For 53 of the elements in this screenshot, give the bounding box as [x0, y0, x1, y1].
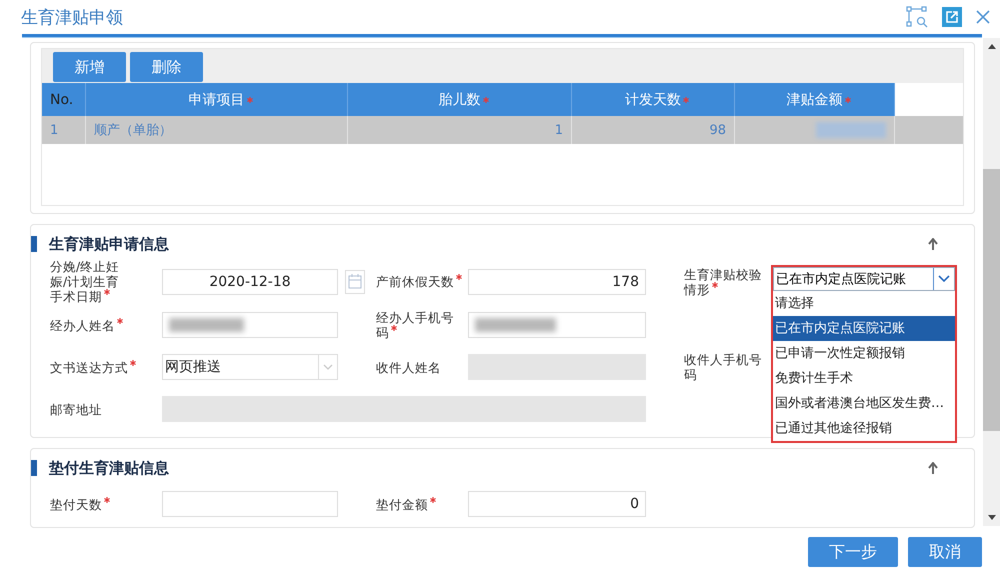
field-label: 邮寄地址: [50, 402, 103, 416]
scrollbar-thumb[interactable]: [983, 169, 1000, 431]
add-button[interactable]: 新增: [53, 52, 126, 82]
column-header[interactable]: 津贴金额: [735, 83, 895, 116]
column-header[interactable]: 计发天数: [572, 83, 735, 116]
column-header[interactable]: 申请项目: [86, 83, 348, 116]
table-cell: 1: [50, 122, 58, 138]
select-field[interactable]: 已在市内定点医院记账: [773, 266, 955, 290]
arrow-up-icon[interactable]: [928, 462, 938, 474]
chevron-down-icon: [938, 275, 950, 282]
input-field[interactable]: [162, 491, 338, 517]
field-label: 文书送达方式: [50, 360, 128, 374]
external-link-icon[interactable]: [942, 7, 962, 27]
dropdown-option[interactable]: 国外或者港澳台地区发生费…: [773, 390, 955, 416]
section-title: 生育津贴申请信息: [31, 236, 169, 252]
field-label: 经办人姓名: [50, 318, 128, 332]
field-label: 收件人姓名: [376, 360, 442, 374]
input-field[interactable]: 0: [468, 491, 646, 517]
dropdown-option[interactable]: 已申请一次性定额报销: [773, 340, 955, 366]
delete-button[interactable]: 删除: [130, 52, 203, 82]
input-field[interactable]: [162, 312, 338, 338]
calendar-icon[interactable]: [345, 270, 365, 294]
close-icon[interactable]: [976, 10, 990, 24]
dropdown-option[interactable]: 请选择: [773, 290, 955, 316]
scroll-down-icon[interactable]: [988, 515, 996, 520]
blurred-value: [816, 122, 886, 138]
chevron-down-icon: [323, 364, 333, 370]
column-header[interactable]: 胎儿数: [348, 83, 572, 116]
section-title: 垫付生育津贴信息: [31, 460, 169, 476]
field-label: 分娩/终止妊娠/计划生育手术日期: [50, 259, 120, 304]
field-label: 垫付金额: [376, 496, 454, 512]
table-cell-text: 顺产（单胎）: [94, 122, 172, 139]
scroll-up-icon[interactable]: [988, 44, 996, 49]
field-label: 垫付天数: [50, 496, 128, 512]
next-button[interactable]: 下一步: [808, 537, 898, 567]
table-cell: 98: [709, 122, 726, 138]
table-cell: 1: [554, 122, 563, 138]
cancel-button[interactable]: 取消: [908, 537, 982, 567]
dropdown-option[interactable]: 免费计生手术: [773, 366, 955, 390]
input-field[interactable]: [468, 312, 646, 338]
field-label: 生育津贴校验情形: [684, 266, 762, 296]
arrow-up-icon[interactable]: [928, 238, 938, 250]
input-field[interactable]: 178: [468, 268, 646, 294]
select-field[interactable]: 网页推送: [162, 354, 338, 380]
dropdown-option[interactable]: 已通过其他途径报销: [773, 416, 955, 440]
node-search-icon[interactable]: [906, 6, 928, 28]
window-title: 生育津贴申领: [21, 6, 124, 28]
field-label: 产前休假天数: [376, 274, 454, 289]
column-header[interactable]: No.: [42, 83, 86, 116]
field-label: 经办人手机号码: [376, 310, 454, 340]
dropdown-option[interactable]: 已在市内定点医院记账: [773, 316, 955, 340]
date-field[interactable]: 2020-12-18: [162, 268, 338, 294]
field-label: 收件人手机号码: [684, 352, 762, 382]
